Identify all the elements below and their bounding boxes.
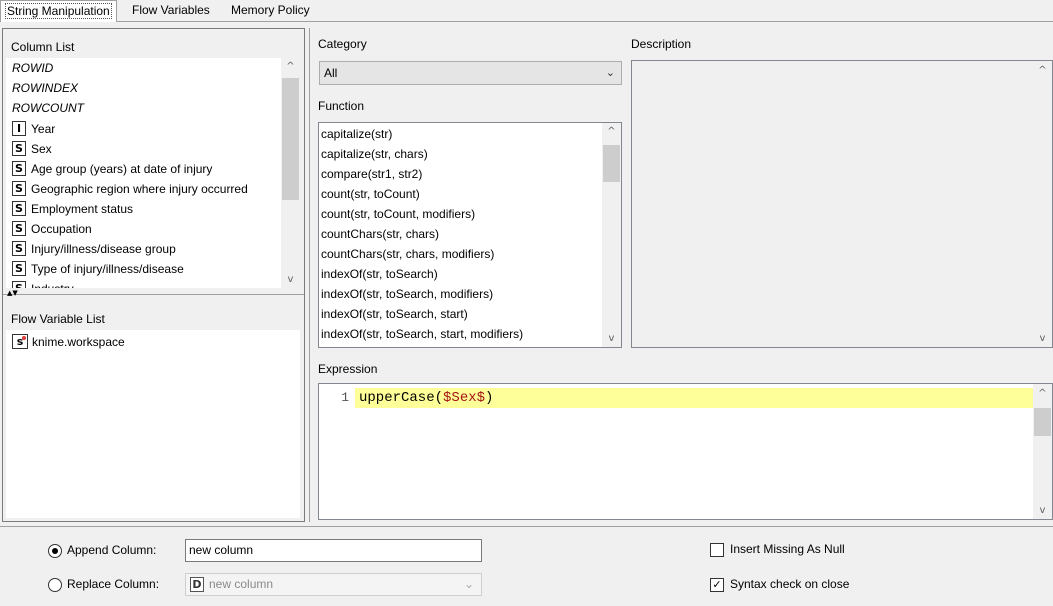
string-type-icon: S	[12, 161, 26, 177]
checkmark-icon: ✓	[712, 578, 722, 591]
string-type-icon: S	[12, 261, 26, 277]
table-row[interactable]: S Type of injury/illness/disease	[6, 258, 278, 278]
list-item[interactable]: s knime.workspace	[6, 331, 300, 351]
string-type-icon: S	[12, 181, 26, 197]
chevron-down-icon: ⌄	[463, 577, 474, 591]
append-column-radio[interactable]	[48, 544, 62, 558]
category-select[interactable]: All ⌄	[319, 61, 622, 85]
list-item[interactable]: indexOf(str, toSearch)	[319, 264, 602, 284]
column-name: Age group (years) at date of injury	[31, 161, 213, 176]
list-item[interactable]: count(str, toCount)	[319, 184, 602, 204]
scroll-down-arrow-icon[interactable]: v	[1033, 502, 1052, 519]
scroll-up-arrow-icon[interactable]: ^	[1033, 385, 1052, 402]
integer-type-icon: I	[12, 121, 26, 137]
column-name: Year	[31, 121, 56, 136]
column-list-scrollbar[interactable]: ^ v	[281, 58, 300, 288]
replace-column-label: Replace Column:	[67, 577, 160, 591]
description-label: Description	[631, 37, 692, 51]
list-item[interactable]: capitalize(str)	[319, 124, 602, 144]
column-name: Injury/illness/disease group	[31, 241, 176, 256]
table-row[interactable]: S Occupation	[6, 218, 278, 238]
string-type-icon: S	[12, 281, 26, 288]
list-item[interactable]: indexOf(str, toSearch, modifiers)	[319, 284, 602, 304]
table-row[interactable]: S Sex	[6, 138, 278, 158]
expression-code[interactable]: upperCase($Sex$)	[359, 388, 493, 408]
scroll-down-arrow-icon[interactable]: v	[602, 330, 621, 347]
syntax-check-checkbox[interactable]: ✓	[710, 578, 724, 592]
table-row[interactable]: S Injury/illness/disease group	[6, 238, 278, 258]
line-number: 1	[341, 390, 349, 405]
function-list-scrollbar[interactable]: ^ v	[602, 123, 621, 347]
category-label: Category	[318, 37, 367, 51]
replace-column-radio[interactable]	[48, 578, 62, 592]
tab-memory-policy[interactable]: Memory Policy	[226, 0, 315, 21]
list-item[interactable]: countChars(str, chars, modifiers)	[319, 244, 602, 264]
list-item[interactable]: indexOf(str, toSearch, start, modifiers)	[319, 324, 602, 344]
expression-scrollbar[interactable]: ^ v	[1033, 384, 1052, 519]
list-item[interactable]: ROWCOUNT	[6, 98, 278, 118]
column-name: Industry	[31, 282, 74, 288]
string-flow-variable-icon: s	[12, 334, 28, 350]
description-box: ^ v	[631, 60, 1053, 348]
column-name: Occupation	[31, 221, 92, 236]
table-row[interactable]: S Geographic region where injury occurred	[6, 178, 278, 198]
column-items: ROWID ROWINDEX ROWCOUNT I Year S Sex S Age group…	[6, 58, 278, 288]
table-row[interactable]: I Year	[6, 118, 278, 138]
table-row[interactable]: S Employment status	[6, 198, 278, 218]
function-items: capitalize(str) capitalize(str, chars) com…	[319, 124, 602, 344]
tab-string-manipulation[interactable]: String Manipulation	[0, 0, 117, 22]
list-item[interactable]: count(str, toCount, modifiers)	[319, 204, 602, 224]
splitter-handle[interactable]: ▲▼	[3, 290, 304, 300]
tab-flow-variables[interactable]: Flow Variables	[127, 0, 215, 21]
list-item[interactable]: capitalize(str, chars)	[319, 144, 602, 164]
column-name: Type of injury/illness/disease	[31, 261, 184, 276]
scroll-up-arrow-icon[interactable]: ^	[602, 123, 621, 140]
string-type-icon: S	[12, 221, 26, 237]
list-item[interactable]: compare(str1, str2)	[319, 164, 602, 184]
function-list[interactable]: capitalize(str) capitalize(str, chars) com…	[318, 122, 622, 348]
chevron-down-icon: ⌄	[605, 66, 615, 79]
string-type-icon: S	[12, 141, 26, 157]
column-list-label: Column List	[11, 40, 75, 54]
scroll-thumb[interactable]	[603, 145, 620, 182]
scroll-thumb[interactable]	[282, 78, 299, 200]
insert-missing-checkbox[interactable]	[710, 543, 724, 557]
list-item[interactable]: countChars(str, chars)	[319, 224, 602, 244]
scroll-up-arrow-icon[interactable]: ^	[281, 58, 300, 75]
append-column-label: Append Column:	[67, 543, 157, 557]
insert-missing-label: Insert Missing As Null	[730, 542, 845, 556]
scroll-down-arrow-icon[interactable]: v	[281, 271, 300, 288]
column-name: Geographic region where injury occurred	[31, 181, 248, 196]
column-name: Employment status	[31, 201, 134, 216]
output-options: Append Column: new column Replace Column…	[0, 526, 1053, 606]
replace-column-select[interactable]: Dnew column ⌄	[185, 573, 482, 596]
list-item[interactable]: indexOf(str, toSearch, start)	[319, 304, 602, 324]
string-type-icon: S	[12, 241, 26, 257]
scroll-down-arrow-icon[interactable]: v	[1033, 330, 1052, 347]
splitter-up-icon[interactable]: ▲▼	[7, 290, 18, 297]
column-name: Sex	[31, 141, 52, 156]
syntax-check-label: Syntax check on close	[730, 577, 850, 591]
flow-variable-list-label: Flow Variable List	[11, 312, 105, 326]
description-scrollbar[interactable]: ^ v	[1033, 61, 1052, 347]
scroll-thumb[interactable]	[1034, 408, 1051, 436]
right-panel: Category All ⌄ Function capitalize(str) c…	[309, 28, 1053, 522]
flow-variable-list[interactable]: s knime.workspace	[6, 330, 300, 518]
string-type-icon: S	[12, 201, 26, 217]
expression-label: Expression	[318, 362, 378, 376]
list-item[interactable]: ROWINDEX	[6, 78, 278, 98]
function-label: Function	[318, 99, 365, 113]
append-column-input[interactable]: new column	[185, 539, 482, 562]
list-item[interactable]: ROWID	[6, 58, 278, 78]
scroll-up-arrow-icon[interactable]: ^	[1033, 62, 1052, 79]
table-row[interactable]: S Age group (years) at date of injury	[6, 158, 278, 178]
double-type-icon: D	[190, 577, 204, 593]
left-panel: Column List ROWID ROWINDEX ROWCOUNT I Year S S…	[2, 28, 305, 522]
column-list[interactable]: ROWID ROWINDEX ROWCOUNT I Year S Sex S Age group…	[6, 58, 300, 288]
table-row[interactable]: S Industry	[6, 278, 278, 288]
expression-editor[interactable]: 1 upperCase($Sex$) ^ v	[318, 383, 1053, 520]
tab-bar: String Manipulation Flow Variables Memor…	[0, 0, 1053, 22]
